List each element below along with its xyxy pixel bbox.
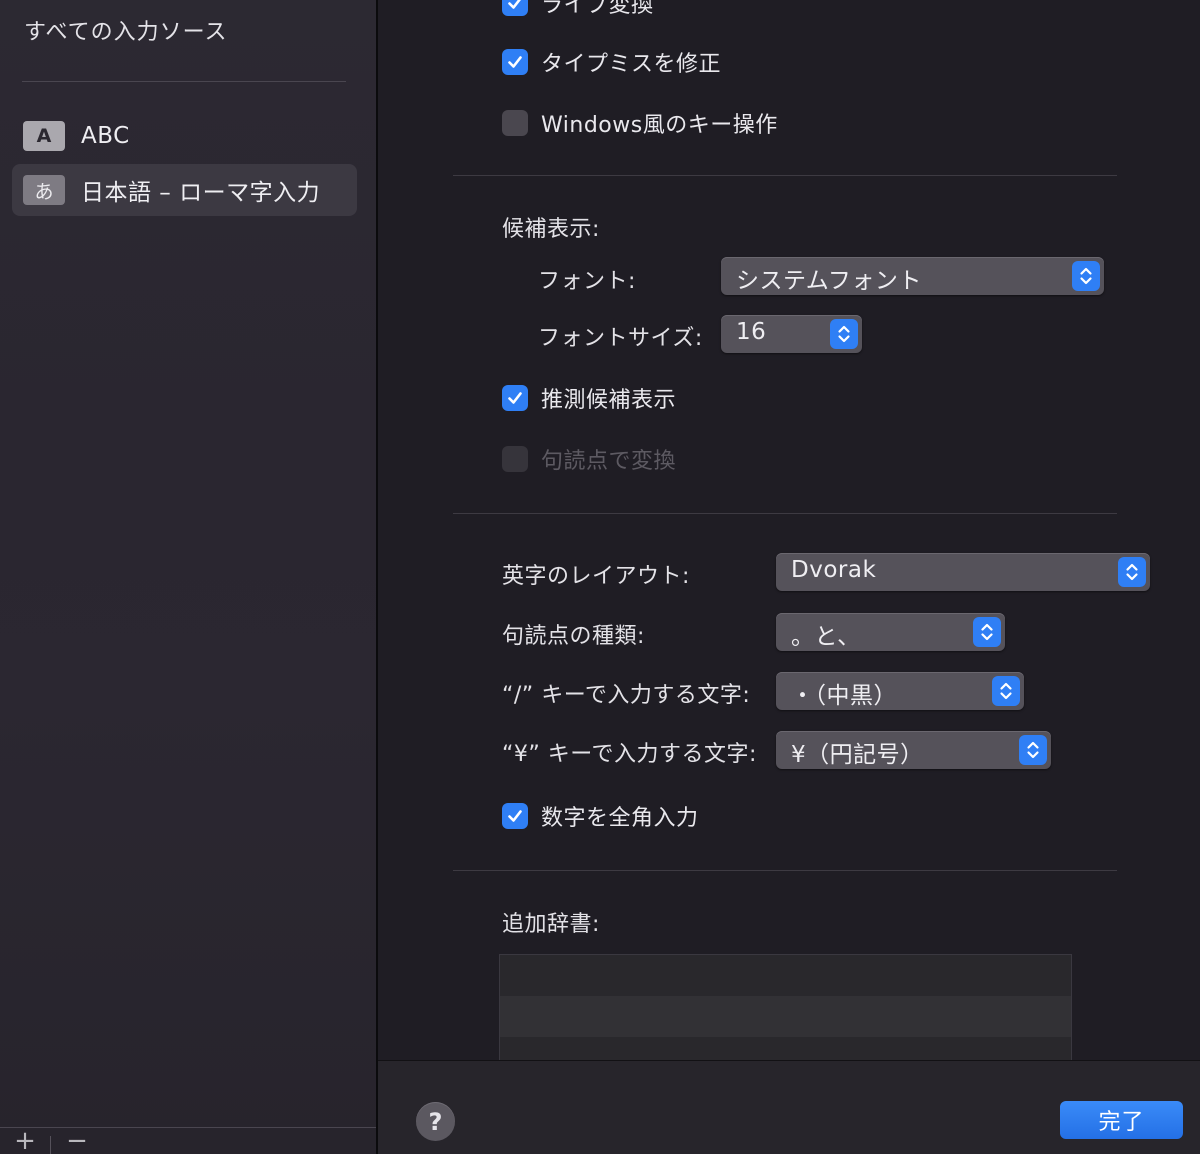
font-label: フォント:	[538, 269, 636, 294]
slash-key-popup[interactable]: ・（中黒）	[776, 672, 1024, 710]
windows-keys-label: Windows風のキー操作	[541, 113, 778, 138]
remove-source-button[interactable]: −	[54, 1128, 100, 1154]
done-button[interactable]: 完了	[1060, 1101, 1183, 1139]
english-layout-value: Dvorak	[791, 557, 877, 583]
slash-key-label: “/” キーで入力する文字:	[502, 683, 751, 708]
english-layout-popup[interactable]: Dvorak	[776, 553, 1150, 591]
footer-bar: ? 完了	[378, 1060, 1200, 1154]
typo-correction-checkbox[interactable]: タイプミスを修正	[502, 47, 721, 77]
hiragana-badge-icon: あ	[23, 175, 65, 205]
dictionary-heading: 追加辞書:	[502, 912, 600, 937]
fullwidth-numbers-label: 数字を全角入力	[541, 806, 699, 831]
live-conversion-checkbox[interactable]: ライブ変換	[502, 0, 654, 18]
typo-correction-label: タイプミスを修正	[541, 52, 722, 77]
candidates-heading: 候補表示:	[502, 217, 600, 242]
chevron-updown-icon	[992, 676, 1020, 706]
checkmark-icon	[502, 803, 528, 829]
unchecked-box-icon	[502, 110, 528, 136]
windows-keys-checkbox[interactable]: Windows風のキー操作	[502, 108, 778, 138]
live-conversion-label: ライブ変換	[541, 0, 654, 18]
unchecked-box-icon	[502, 446, 528, 472]
yen-key-label: “¥” キーで入力する文字:	[502, 742, 757, 767]
fullwidth-numbers-checkbox[interactable]: 数字を全角入力	[502, 801, 699, 831]
chevron-updown-icon	[830, 319, 858, 349]
predictive-candidates-checkbox[interactable]: 推測候補表示	[502, 383, 676, 413]
punctuation-type-value: 。と、	[791, 624, 861, 650]
section-separator	[453, 513, 1117, 514]
input-source-japanese[interactable]: あ 日本語 – ローマ字入力	[12, 164, 357, 216]
punctuation-type-label: 句読点の種類:	[502, 624, 645, 649]
dictionary-list[interactable]	[499, 954, 1072, 1078]
list-item[interactable]	[500, 996, 1071, 1037]
slash-key-value: ・（中黒）	[791, 683, 897, 709]
add-source-button[interactable]: +	[2, 1128, 48, 1154]
font-popup-value: システムフォント	[736, 268, 922, 294]
checkmark-icon	[502, 0, 528, 16]
punctuation-convert-checkbox: 句読点で変換	[502, 444, 676, 474]
list-item[interactable]	[500, 955, 1071, 996]
punctuation-type-popup[interactable]: 。と、	[776, 613, 1005, 651]
predictive-candidates-label: 推測候補表示	[541, 388, 677, 413]
chevron-updown-icon	[1118, 557, 1146, 587]
help-button[interactable]: ?	[416, 1102, 455, 1141]
chevron-updown-icon	[1019, 735, 1047, 765]
sidebar-heading: すべての入力ソース	[24, 20, 228, 45]
section-separator	[453, 175, 1117, 176]
abc-badge-icon: A	[23, 121, 65, 151]
checkmark-icon	[502, 385, 528, 411]
settings-pane: ライブ変換 タイプミスを修正 Windows風のキー操作 候補表示: フォント:…	[378, 0, 1200, 1078]
sidebar: すべての入力ソース A ABC あ 日本語 – ローマ字入力 + −	[0, 0, 376, 1154]
input-source-abc[interactable]: A ABC	[12, 110, 357, 162]
punctuation-convert-label: 句読点で変換	[541, 449, 677, 474]
chevron-updown-icon	[973, 617, 1001, 647]
checkmark-icon	[502, 49, 528, 75]
font-size-value: 16	[736, 319, 767, 345]
sidebar-separator	[22, 81, 346, 82]
button-divider	[50, 1136, 51, 1154]
yen-key-value: ¥（円記号）	[791, 742, 924, 768]
font-size-popup[interactable]: 16	[721, 315, 862, 353]
english-layout-label: 英字のレイアウト:	[502, 564, 690, 589]
font-size-label: フォントサイズ:	[538, 326, 703, 351]
section-separator	[453, 870, 1117, 871]
yen-key-popup[interactable]: ¥（円記号）	[776, 731, 1051, 769]
font-popup[interactable]: システムフォント	[721, 257, 1104, 295]
input-source-label: 日本語 – ローマ字入力	[81, 180, 321, 206]
chevron-updown-icon	[1072, 261, 1100, 291]
input-source-label: ABC	[81, 123, 130, 149]
